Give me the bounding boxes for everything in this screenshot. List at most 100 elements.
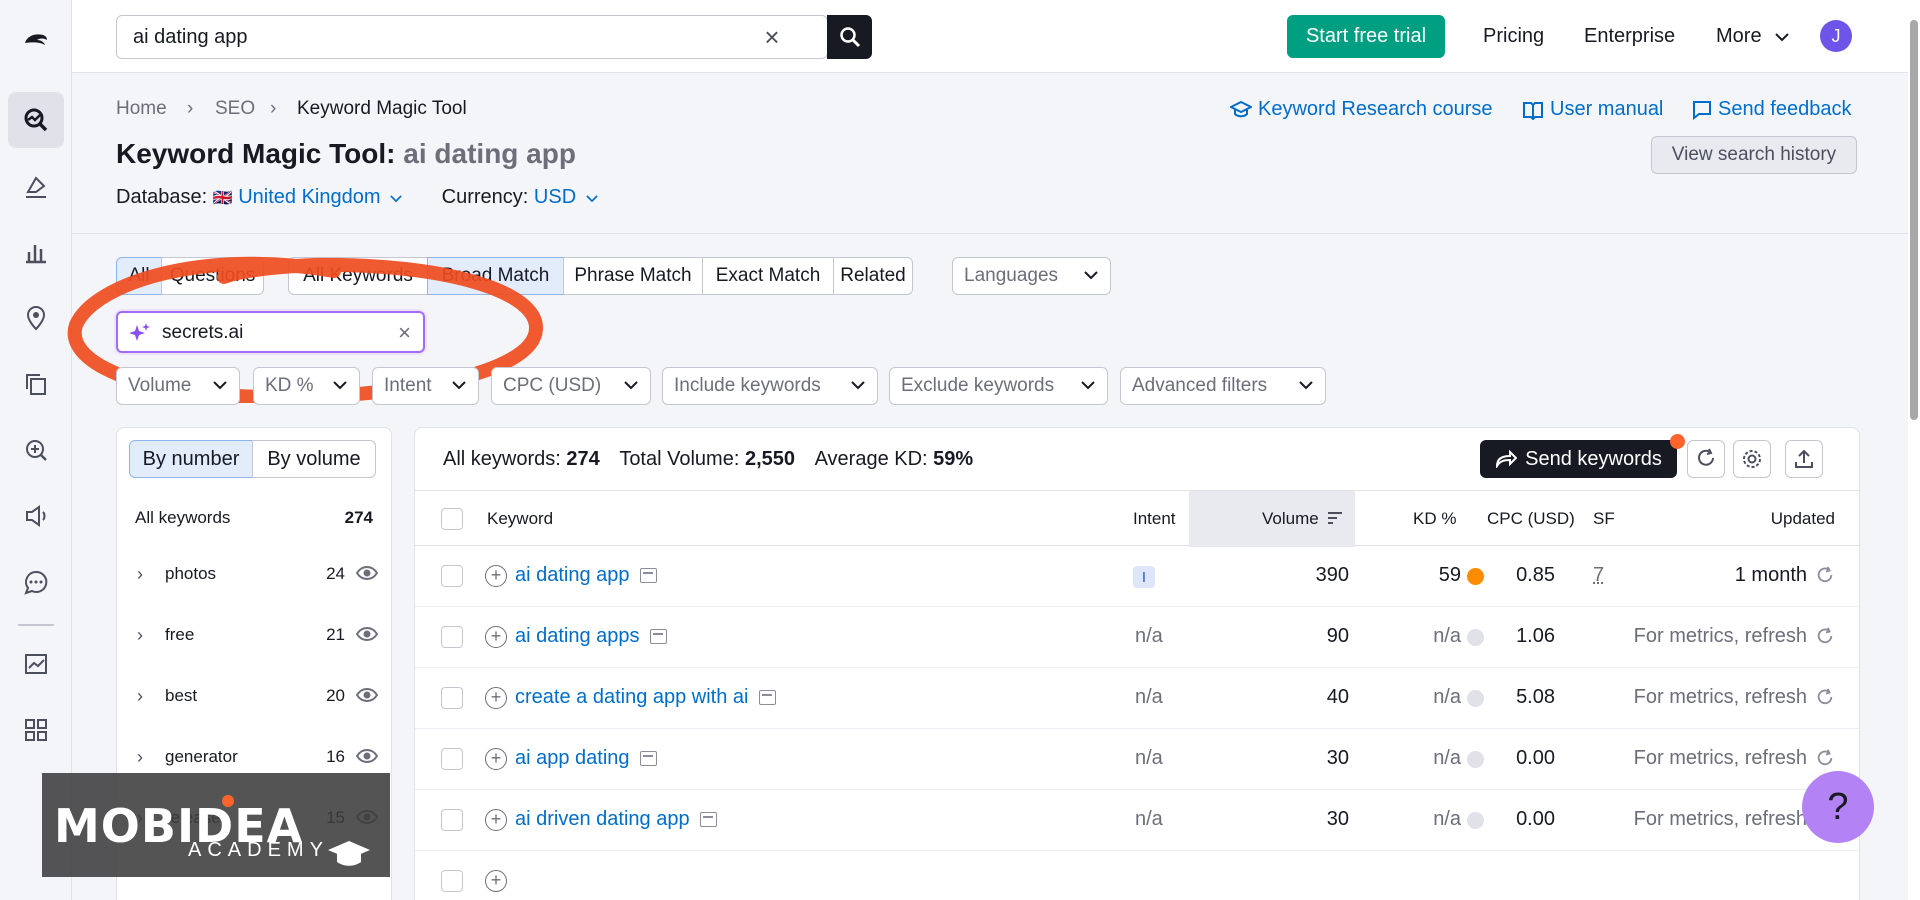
volume-filter[interactable]: Volume xyxy=(116,367,240,405)
table-row[interactable]: + xyxy=(415,851,1859,900)
scrollbar-thumb[interactable] xyxy=(1910,20,1918,420)
user-manual-link[interactable]: User manual xyxy=(1522,98,1663,121)
header-kd[interactable]: KD % xyxy=(1413,509,1456,529)
add-to-list-icon[interactable]: + xyxy=(485,565,507,587)
advertising-icon[interactable] xyxy=(8,488,64,544)
intent-badge[interactable]: I xyxy=(1133,566,1155,588)
search-input[interactable] xyxy=(133,24,733,50)
reports-icon[interactable] xyxy=(8,636,64,692)
header-cpc[interactable]: CPC (USD) xyxy=(1487,509,1575,529)
content-copy-icon[interactable] xyxy=(8,356,64,412)
group-item[interactable]: › photos 24 xyxy=(117,554,393,594)
refresh-icon[interactable] xyxy=(1815,749,1835,769)
add-to-list-icon[interactable]: + xyxy=(485,626,507,648)
keyword-link[interactable]: ai dating app xyxy=(515,564,657,587)
include-keywords-filter[interactable]: Include keywords xyxy=(662,367,878,405)
serp-icon[interactable] xyxy=(649,629,667,644)
header-updated[interactable]: Updated xyxy=(1771,509,1835,529)
semrush-logo-icon[interactable] xyxy=(8,12,64,68)
tab-all[interactable]: All xyxy=(116,257,162,295)
seo-toolkit-icon[interactable] xyxy=(8,92,64,148)
chevron-right-icon[interactable]: › xyxy=(137,747,143,768)
eye-icon[interactable] xyxy=(355,684,379,706)
eye-icon[interactable] xyxy=(355,745,379,767)
search-button[interactable] xyxy=(827,15,872,59)
breadcrumb-home[interactable]: Home xyxy=(116,98,167,120)
content-pin-icon[interactable] xyxy=(8,158,64,214)
start-free-trial-button[interactable]: Start free trial xyxy=(1287,15,1445,58)
add-to-list-icon[interactable]: + xyxy=(485,687,507,709)
exclude-keywords-filter[interactable]: Exclude keywords xyxy=(889,367,1108,405)
table-row[interactable]: + ai driven dating app n/a 30 n/a 0.00 F… xyxy=(415,790,1859,851)
row-checkbox[interactable] xyxy=(441,565,463,587)
chevron-right-icon[interactable]: › xyxy=(137,625,143,646)
table-row[interactable]: + create a dating app with ai n/a 40 n/a… xyxy=(415,668,1859,729)
advanced-filters[interactable]: Advanced filters xyxy=(1120,367,1326,405)
row-checkbox[interactable] xyxy=(441,687,463,709)
row-checkbox[interactable] xyxy=(441,748,463,770)
keyword-research-course-link[interactable]: Keyword Research course xyxy=(1230,98,1493,121)
tab-questions[interactable]: Questions xyxy=(161,257,264,295)
kd-filter[interactable]: KD % xyxy=(253,367,360,405)
row-checkbox[interactable] xyxy=(441,870,463,892)
intent-filter[interactable]: Intent xyxy=(372,367,479,405)
row-checkbox[interactable] xyxy=(441,809,463,831)
chevron-right-icon[interactable]: › xyxy=(137,686,143,707)
traffic-chart-icon[interactable] xyxy=(8,224,64,280)
refresh-icon[interactable] xyxy=(1815,627,1835,647)
serp-icon[interactable] xyxy=(758,690,776,705)
enterprise-link[interactable]: Enterprise xyxy=(1584,25,1675,48)
serp-icon[interactable] xyxy=(639,751,657,766)
refresh-icon[interactable] xyxy=(1815,566,1835,586)
header-keyword[interactable]: Keyword xyxy=(487,509,553,529)
refresh-icon[interactable] xyxy=(1815,688,1835,708)
keyword-link[interactable]: create a dating app with ai xyxy=(515,686,776,709)
tab-phrase-match[interactable]: Phrase Match xyxy=(563,257,703,295)
help-button[interactable]: ? xyxy=(1802,771,1874,843)
add-to-list-icon[interactable]: + xyxy=(485,870,507,892)
select-all-checkbox[interactable] xyxy=(441,508,463,530)
more-menu[interactable]: More xyxy=(1716,25,1789,48)
chevron-right-icon[interactable]: › xyxy=(137,564,143,585)
clear-icon[interactable]: × xyxy=(759,24,785,50)
ai-search-icon[interactable] xyxy=(8,422,64,478)
eye-icon[interactable] xyxy=(355,623,379,645)
breadcrumb-seo[interactable]: SEO xyxy=(215,98,255,120)
group-item[interactable]: › generator 16 xyxy=(117,737,393,777)
serp-icon[interactable] xyxy=(699,812,717,827)
database-select[interactable]: United Kingdom xyxy=(238,186,402,208)
currency-select[interactable]: USD xyxy=(534,186,598,208)
tab-related[interactable]: Related xyxy=(833,257,913,295)
group-item[interactable]: › best 20 xyxy=(117,676,393,716)
settings-button[interactable] xyxy=(1733,440,1771,478)
cpc-filter[interactable]: CPC (USD) xyxy=(491,367,651,405)
export-button[interactable] xyxy=(1785,440,1823,478)
scrollbar[interactable] xyxy=(1908,0,1920,900)
header-sf[interactable]: SF xyxy=(1593,509,1615,529)
keyword-link[interactable]: ai app dating xyxy=(515,747,657,770)
tab-exact-match[interactable]: Exact Match xyxy=(702,257,834,295)
add-to-list-icon[interactable]: + xyxy=(485,748,507,770)
group-item[interactable]: › free 21 xyxy=(117,615,393,655)
pricing-link[interactable]: Pricing xyxy=(1483,25,1544,48)
refresh-button[interactable] xyxy=(1687,440,1725,478)
send-keywords-button[interactable]: Send keywords xyxy=(1480,440,1677,478)
serp-icon[interactable] xyxy=(639,568,657,583)
sort-icon[interactable] xyxy=(1327,511,1343,525)
send-feedback-link[interactable]: Send feedback xyxy=(1692,98,1851,121)
sf-cell[interactable]: 7 xyxy=(1593,564,1604,587)
app-grid-icon[interactable] xyxy=(8,702,64,758)
tab-all-keywords[interactable]: All Keywords xyxy=(288,257,428,295)
local-pin-icon[interactable] xyxy=(8,290,64,346)
table-row[interactable]: + ai dating app I 390 59 0.85 7 1 month xyxy=(415,546,1859,607)
avatar[interactable]: J xyxy=(1820,20,1852,52)
all-keywords-label[interactable]: All keywords xyxy=(135,508,230,528)
ai-keyword-filter[interactable]: secrets.ai × xyxy=(116,311,425,353)
languages-dropdown[interactable]: Languages xyxy=(952,257,1111,295)
add-to-list-icon[interactable]: + xyxy=(485,809,507,831)
clear-icon[interactable]: × xyxy=(398,320,411,346)
by-number-toggle[interactable]: By number xyxy=(129,440,253,478)
table-row[interactable]: + ai app dating n/a 30 n/a 0.00 For metr… xyxy=(415,729,1859,790)
by-volume-toggle[interactable]: By volume xyxy=(252,440,376,478)
view-search-history-button[interactable]: View search history xyxy=(1651,136,1857,174)
